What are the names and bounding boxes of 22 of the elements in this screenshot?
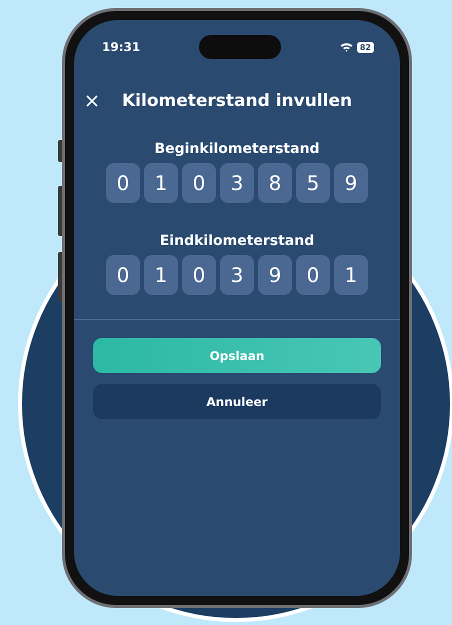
status-time: 19:31 [102, 40, 140, 54]
cancel-button[interactable]: Annuleer [93, 384, 381, 419]
odometer-label: Beginkilometerstand [153, 141, 321, 157]
battery-level: 82 [356, 42, 374, 52]
digit-field[interactable]: 3 [220, 163, 254, 203]
wifi-icon [340, 42, 353, 52]
digit-field[interactable]: 0 [296, 255, 330, 295]
digit-field[interactable]: 0 [106, 255, 140, 295]
digit-field[interactable]: 8 [258, 163, 292, 203]
digit-field[interactable]: 1 [334, 255, 368, 295]
digit-field[interactable]: 0 [182, 255, 216, 295]
digit-field[interactable]: 1 [144, 255, 178, 295]
digit-field[interactable]: 3 [220, 255, 254, 295]
digit-field[interactable]: 9 [334, 163, 368, 203]
odometer-label: Eindkilometerstand [158, 233, 316, 249]
screen-title: Kilometerstand invullen [122, 91, 352, 111]
digit-field[interactable]: 9 [258, 255, 292, 295]
digit-field[interactable]: 0 [106, 163, 140, 203]
digit-field[interactable]: 0 [182, 163, 216, 203]
close-icon[interactable] [86, 95, 98, 107]
digit-field[interactable]: 1 [144, 163, 178, 203]
digit-field[interactable]: 5 [296, 163, 330, 203]
